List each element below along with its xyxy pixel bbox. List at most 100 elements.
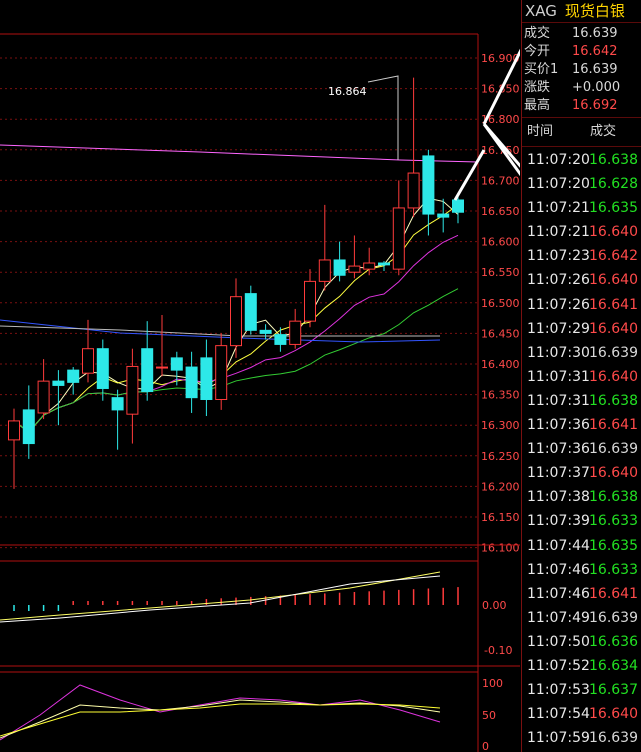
- trade-row[interactable]: 11:07:23 16.642: [522, 244, 641, 268]
- kline-chart-area[interactable]: 16.90016.85016.80016.75016.70016.65016.6…: [0, 0, 520, 752]
- symbol-name: 现货白银: [564, 2, 625, 20]
- price-tick-label: 16.450: [481, 327, 520, 340]
- quote-label: 今开: [524, 44, 551, 59]
- trade-price: 16.639: [589, 609, 638, 626]
- trade-price: 16.639: [589, 441, 638, 458]
- candle-body: [289, 320, 302, 345]
- price-tick-label: 16.150: [481, 511, 520, 524]
- trade-price: 16.637: [589, 682, 638, 699]
- trade-price: 16.641: [589, 417, 638, 434]
- trade-time: 11:07:53: [527, 682, 590, 699]
- trade-price: 16.640: [589, 706, 638, 723]
- trade-price: 16.636: [589, 633, 638, 650]
- price-tick-label: 16.650: [481, 205, 520, 218]
- trade-row[interactable]: 11:07:37 16.640: [522, 461, 641, 485]
- trades-table-header: 时间 成交: [522, 118, 641, 147]
- candle-body: [244, 293, 257, 331]
- trade-row[interactable]: 11:07:54 16.640: [522, 702, 641, 726]
- candle-body: [96, 348, 109, 389]
- candle-body: [304, 280, 316, 322]
- trade-row[interactable]: 11:07:26 16.640: [522, 268, 641, 292]
- quote-value: +0.000: [572, 80, 621, 95]
- candle-body: [126, 365, 139, 415]
- trade-price: 16.634: [589, 657, 638, 674]
- candle-body: [141, 348, 154, 393]
- candle-body: [156, 366, 168, 369]
- trade-price: 16.640: [589, 224, 638, 241]
- trade-time: 11:07:49: [527, 609, 590, 626]
- trade-time: 11:07:20: [527, 176, 590, 193]
- trade-row[interactable]: 11:07:50 16.636: [522, 630, 641, 654]
- trade-row[interactable]: 11:07:31 16.640: [522, 365, 641, 389]
- candle-body: [200, 357, 213, 400]
- candle-body: [318, 259, 331, 282]
- trade-price: 16.635: [589, 537, 638, 554]
- trade-time: 11:07:44: [527, 537, 590, 554]
- trades-list[interactable]: 11:07:20 16.638 11:07:20 16.628 11:07:21 16.6…: [522, 147, 641, 750]
- trade-price: 16.628: [589, 176, 638, 193]
- trade-price: 16.640: [589, 320, 638, 337]
- quote-row-change: 涨跌 +0.000: [522, 79, 641, 97]
- candle-body: [437, 213, 450, 218]
- macd-tick-neg: -0.10: [484, 644, 512, 657]
- trade-row[interactable]: 11:07:36 16.641: [522, 413, 641, 437]
- kdj-tick-100: 100: [482, 677, 503, 690]
- candle-body: [185, 366, 198, 399]
- quote-value: 16.692: [572, 98, 618, 113]
- price-tick-label: 16.200: [481, 480, 520, 493]
- candle-body: [37, 380, 50, 414]
- trade-row[interactable]: 11:07:46 16.641: [522, 582, 641, 606]
- trade-row[interactable]: 11:07:53 16.637: [522, 678, 641, 702]
- trade-time: 11:07:23: [527, 248, 590, 265]
- quote-side-panel: XAG 现货白银 成交 16.639 今开 16.642 买价1 16.639 涨跌 +0…: [521, 0, 641, 752]
- trade-time: 11:07:31: [527, 368, 590, 385]
- trade-price: 16.633: [589, 561, 638, 578]
- trade-time: 11:07:31: [527, 392, 590, 409]
- price-tick-label: 16.100: [481, 542, 520, 555]
- trade-row[interactable]: 11:07:44 16.635: [522, 534, 641, 558]
- trade-time: 11:07:30: [527, 344, 590, 361]
- quote-label: 最高: [524, 98, 551, 113]
- quote-label: 成交: [524, 26, 551, 41]
- trade-row[interactable]: 11:07:20 16.628: [522, 172, 641, 196]
- trade-row[interactable]: 11:07:46 16.633: [522, 558, 641, 582]
- trade-price: 16.640: [589, 368, 638, 385]
- macd-tick-zero: 0.00: [482, 599, 507, 612]
- trade-row[interactable]: 11:07:21 16.640: [522, 220, 641, 244]
- trade-row[interactable]: 11:07:49 16.639: [522, 606, 641, 630]
- trade-time: 11:07:54: [527, 706, 590, 723]
- quote-value: 16.642: [572, 44, 618, 59]
- trade-price: 16.638: [589, 152, 638, 168]
- trade-row[interactable]: 11:07:38 16.638: [522, 485, 641, 509]
- trade-row[interactable]: 11:07:59 16.639: [522, 726, 641, 750]
- trade-time: 11:07:50: [527, 633, 590, 650]
- trade-row[interactable]: 11:07:26 16.641: [522, 293, 641, 317]
- trade-time: 11:07:38: [527, 489, 590, 506]
- trade-row[interactable]: 11:07:21 16.635: [522, 196, 641, 220]
- trade-row[interactable]: 11:07:36 16.639: [522, 437, 641, 461]
- candle-body: [82, 348, 94, 374]
- quote-block: 成交 16.639 今开 16.642 买价1 16.639 涨跌 +0.000 最高 1…: [522, 23, 641, 118]
- quote-row-bid: 买价1 16.639: [522, 61, 641, 79]
- trade-row[interactable]: 11:07:29 16.640: [522, 317, 641, 341]
- trade-price: 16.639: [589, 730, 638, 747]
- trade-row[interactable]: 11:07:20 16.638: [522, 148, 641, 172]
- trade-time: 11:07:36: [527, 417, 590, 434]
- candle-body: [348, 265, 361, 273]
- trade-time: 11:07:29: [527, 320, 590, 337]
- trade-row[interactable]: 11:07:52 16.634: [522, 654, 641, 678]
- trade-row[interactable]: 11:07:31 16.638: [522, 389, 641, 413]
- quote-row-open: 今开 16.642: [522, 43, 641, 61]
- candle-body: [392, 207, 405, 270]
- price-tick-label: 16.500: [481, 297, 520, 310]
- price-tick-label: 16.700: [481, 174, 520, 187]
- price-tick-label: 16.600: [481, 236, 520, 249]
- trade-row[interactable]: 11:07:39 16.633: [522, 509, 641, 533]
- candle-body: [333, 259, 346, 276]
- trade-price: 16.638: [589, 392, 638, 409]
- trade-time: 11:07:46: [527, 585, 590, 602]
- trade-row[interactable]: 11:07:30 16.639: [522, 341, 641, 365]
- candle-body: [363, 262, 376, 270]
- quote-label: 涨跌: [524, 80, 551, 95]
- candle-body: [230, 296, 242, 347]
